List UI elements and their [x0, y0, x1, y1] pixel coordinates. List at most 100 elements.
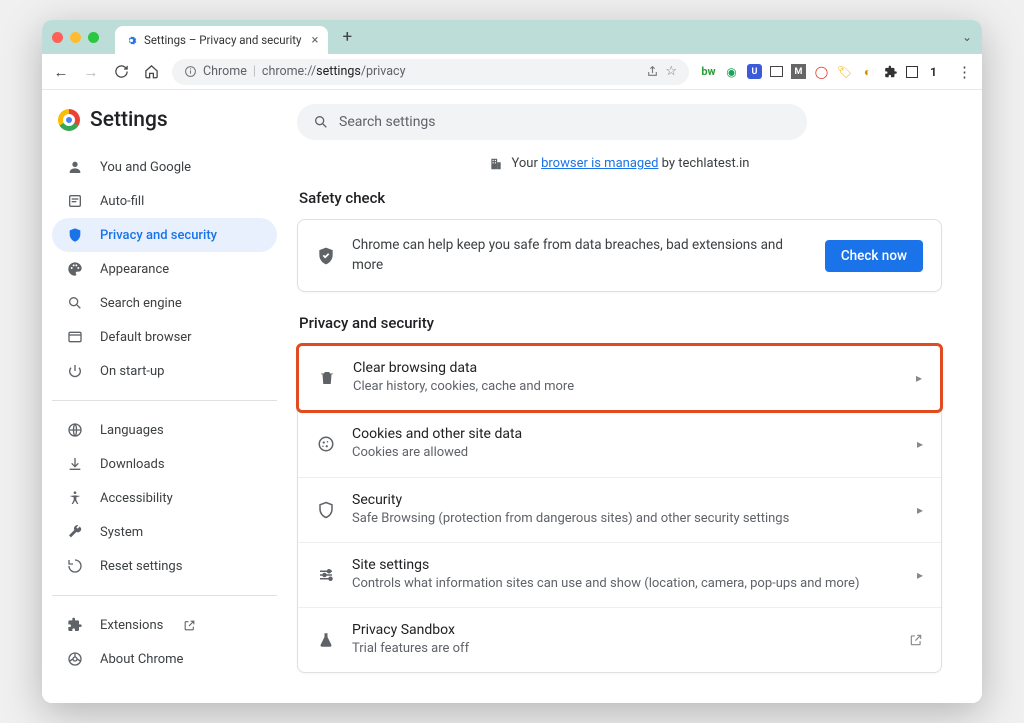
chevron-right-icon: ▸ — [917, 568, 923, 582]
safety-check-card: Chrome can help keep you safe from data … — [297, 219, 942, 292]
share-icon[interactable] — [646, 65, 659, 78]
window-controls — [52, 32, 99, 43]
site-info-icon[interactable] — [184, 65, 197, 78]
sidebar-item-extensions[interactable]: Extensions — [52, 608, 277, 642]
sidebar-item-languages[interactable]: Languages — [52, 413, 277, 447]
sidebar-item-label: Privacy and security — [100, 228, 217, 243]
close-window-button[interactable] — [52, 32, 63, 43]
browser-window: Settings – Privacy and security × + ⌄ ← … — [42, 20, 982, 703]
sidebar-item-about[interactable]: About Chrome — [52, 642, 277, 676]
row-subtitle: Safe Browsing (protection from dangerous… — [352, 510, 901, 528]
building-icon — [489, 157, 503, 171]
extension-icon[interactable]: 1 — [926, 64, 941, 79]
chrome-logo-icon — [58, 109, 80, 131]
sidebar-item-accessibility[interactable]: Accessibility — [52, 481, 277, 515]
sidebar-item-privacy-security[interactable]: Privacy and security — [52, 218, 277, 252]
minimize-window-button[interactable] — [70, 32, 81, 43]
extension-icon[interactable]: ◉ — [724, 64, 739, 79]
sidebar-item-label: You and Google — [100, 160, 191, 175]
sidebar-item-search-engine[interactable]: Search engine — [52, 286, 277, 320]
sidebar-item-on-startup[interactable]: On start-up — [52, 354, 277, 388]
search-placeholder: Search settings — [339, 114, 436, 130]
palette-icon — [66, 261, 84, 277]
chevron-right-icon: ▸ — [917, 503, 923, 517]
accessibility-icon — [66, 490, 84, 506]
chrome-icon — [66, 651, 84, 667]
forward-button[interactable]: → — [82, 63, 100, 81]
row-title: Clear browsing data — [353, 360, 900, 376]
chrome-menu-button[interactable]: ⋮ — [957, 63, 972, 81]
sidebar-item-you-and-google[interactable]: You and Google — [52, 150, 277, 184]
cookie-icon — [316, 435, 336, 453]
search-icon — [313, 114, 329, 130]
search-settings-input[interactable]: Search settings — [297, 104, 807, 140]
row-title: Cookies and other site data — [352, 426, 901, 442]
sidebar-item-system[interactable]: System — [52, 515, 277, 549]
extension-icon[interactable] — [906, 66, 918, 78]
browser-icon — [66, 329, 84, 345]
globe-icon — [66, 422, 84, 438]
extension-icon[interactable]: bw — [701, 64, 716, 79]
highlighted-row: Clear browsing data Clear history, cooki… — [296, 343, 943, 413]
extension-icon[interactable]: M — [791, 64, 806, 79]
safety-check-text: Chrome can help keep you safe from data … — [352, 236, 809, 275]
home-button[interactable] — [142, 64, 160, 79]
main: Search settings Your browser is managed … — [287, 90, 982, 703]
row-security[interactable]: Security Safe Browsing (protection from … — [298, 478, 941, 543]
page-title: Settings — [90, 108, 168, 132]
extension-icon[interactable] — [770, 66, 783, 77]
sidebar-item-label: System — [100, 525, 143, 540]
tab-title: Settings – Privacy and security — [144, 33, 301, 47]
row-site-settings[interactable]: Site settings Controls what information … — [298, 543, 941, 608]
extension-icon[interactable]: U — [747, 64, 762, 79]
sidebar-item-appearance[interactable]: Appearance — [52, 252, 277, 286]
privacy-list: Clear browsing data Clear history, cooki… — [297, 344, 942, 673]
address-bar[interactable]: Chrome | chrome://settings/privacy ☆ — [172, 59, 689, 85]
managed-notice: Your browser is managed by techlatest.in — [297, 156, 942, 171]
shield-check-icon — [316, 246, 336, 266]
close-tab-button[interactable]: × — [311, 33, 318, 48]
sidebar-item-label: Reset settings — [100, 559, 182, 574]
bookmark-icon[interactable]: ☆ — [665, 64, 677, 79]
extension-icon[interactable]: ◐ — [860, 64, 875, 79]
browser-tab[interactable]: Settings – Privacy and security × — [115, 26, 328, 54]
power-icon — [66, 363, 84, 379]
sidebar-item-reset[interactable]: Reset settings — [52, 549, 277, 583]
row-privacy-sandbox[interactable]: Privacy Sandbox Trial features are off — [298, 608, 941, 672]
sidebar-item-default-browser[interactable]: Default browser — [52, 320, 277, 354]
row-subtitle: Cookies are allowed — [352, 444, 901, 462]
extension-icon[interactable]: ◯ — [814, 64, 829, 79]
sidebar-item-label: Auto-fill — [100, 194, 144, 209]
managed-link[interactable]: browser is managed — [541, 156, 658, 171]
sidebar-item-label: Appearance — [100, 262, 169, 277]
sidebar-item-label: About Chrome — [100, 652, 183, 667]
divider — [52, 595, 277, 596]
maximize-window-button[interactable] — [88, 32, 99, 43]
puzzle-icon — [66, 617, 84, 633]
content: Settings You and Google Auto-fill Privac… — [42, 90, 982, 703]
new-tab-button[interactable]: + — [342, 27, 352, 47]
privacy-security-heading: Privacy and security — [299, 314, 942, 332]
extensions-button[interactable] — [883, 64, 898, 79]
reload-button[interactable] — [112, 64, 130, 79]
external-link-icon — [909, 633, 923, 647]
sidebar-item-label: Languages — [100, 423, 164, 438]
search-icon — [66, 295, 84, 311]
person-icon — [66, 159, 84, 175]
chevron-right-icon: ▸ — [916, 371, 922, 385]
check-now-button[interactable]: Check now — [825, 240, 923, 272]
titlebar: Settings – Privacy and security × + ⌄ — [42, 20, 982, 54]
download-icon — [66, 456, 84, 472]
row-clear-browsing-data[interactable]: Clear browsing data Clear history, cooki… — [299, 346, 940, 410]
sidebar-item-autofill[interactable]: Auto-fill — [52, 184, 277, 218]
tabs-dropdown-button[interactable]: ⌄ — [962, 30, 972, 44]
sidebar-item-label: Extensions — [100, 618, 163, 633]
row-subtitle: Trial features are off — [352, 640, 893, 658]
back-button[interactable]: ← — [52, 63, 70, 81]
row-cookies[interactable]: Cookies and other site data Cookies are … — [298, 412, 941, 477]
extension-icon[interactable]: 🏷 — [837, 64, 852, 79]
sidebar-item-downloads[interactable]: Downloads — [52, 447, 277, 481]
sidebar-item-label: Downloads — [100, 457, 165, 472]
shield-icon — [66, 227, 84, 243]
url-host: Chrome — [203, 64, 247, 79]
